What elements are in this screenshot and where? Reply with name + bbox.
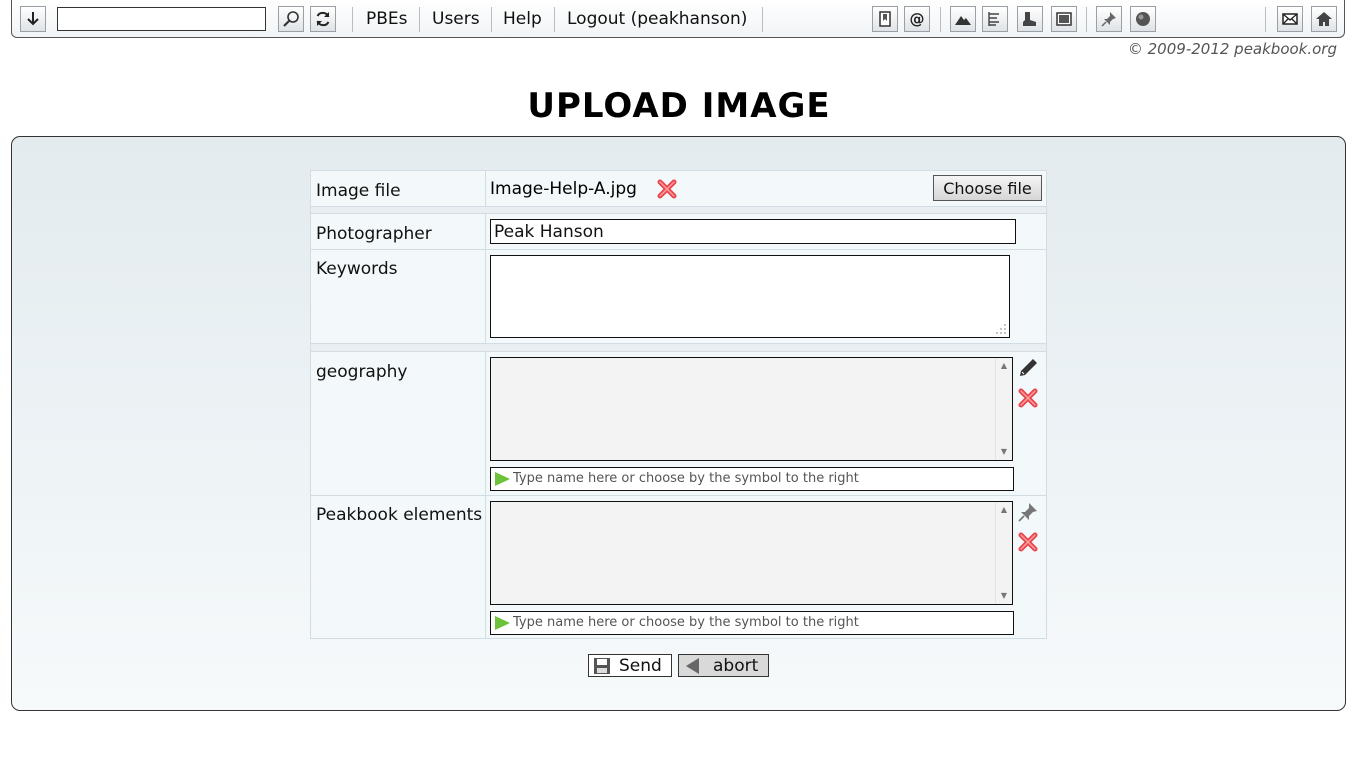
geography-label: geography <box>316 362 408 382</box>
toolbar-divider <box>554 7 555 32</box>
svg-text:@: @ <box>910 10 925 28</box>
peakbook-elements-hint-text: Type name here or choose by the symbol t… <box>513 615 859 630</box>
email-at-icon[interactable]: @ <box>904 6 930 32</box>
geography-search-input[interactable]: Type name here or choose by the symbol t… <box>490 467 1014 491</box>
search-input[interactable] <box>57 7 266 31</box>
scroll-up-icon[interactable]: ▲ <box>996 359 1012 373</box>
scroll-down-icon[interactable]: ▼ <box>996 445 1012 459</box>
keywords-textarea[interactable] <box>490 255 1010 338</box>
refresh-icon[interactable] <box>310 6 336 32</box>
play-arrow-icon <box>495 616 510 630</box>
download-arrow-icon[interactable] <box>20 6 46 32</box>
toolbar-divider <box>940 7 941 32</box>
home-icon[interactable] <box>1311 6 1337 32</box>
send-label: Send <box>619 655 662 676</box>
resize-grip-icon[interactable] <box>996 324 1006 334</box>
pin-icon[interactable] <box>1017 501 1039 523</box>
peakbook-elements-label: Peakbook elements <box>316 505 483 525</box>
photographer-label: Photographer <box>316 224 432 244</box>
scroll-up-icon[interactable]: ▲ <box>996 503 1012 517</box>
remove-peakbook-element-icon[interactable] <box>1017 531 1039 553</box>
scroll-down-icon[interactable]: ▼ <box>996 589 1012 603</box>
play-arrow-icon <box>495 472 510 486</box>
photographer-input[interactable] <box>490 219 1016 244</box>
page-title: UPLOAD IMAGE <box>527 86 831 126</box>
nav-link-help[interactable]: Help <box>503 9 542 29</box>
form-row-image-file: Image file Image-Help-A.jpg Choose file <box>311 171 1046 206</box>
nav-link-users[interactable]: Users <box>432 9 480 29</box>
toolbar-divider <box>1086 7 1087 32</box>
image-file-name: Image-Help-A.jpg <box>490 179 637 199</box>
abort-label: abort <box>713 655 759 676</box>
toolbar-divider <box>762 7 763 32</box>
remove-file-icon[interactable] <box>656 178 678 200</box>
nav-link-logout[interactable]: Logout (peakhanson) <box>567 9 747 29</box>
geography-list[interactable]: ▲ ▼ <box>490 357 1013 461</box>
list-tree-icon[interactable] <box>982 6 1008 32</box>
abort-button[interactable]: abort <box>678 654 769 677</box>
geography-hint-text: Type name here or choose by the symbol t… <box>513 471 859 486</box>
mountain-icon[interactable] <box>950 6 976 32</box>
toolbar-divider <box>352 7 353 32</box>
back-arrow-icon <box>686 657 699 674</box>
keywords-label: Keywords <box>316 259 398 279</box>
toolbar-divider <box>419 7 420 32</box>
upload-form: Image file Image-Help-A.jpg Choose file … <box>310 170 1047 639</box>
peakbook-elements-search-input[interactable]: Type name here or choose by the symbol t… <box>490 611 1014 635</box>
peakbook-elements-list[interactable]: ▲ ▼ <box>490 501 1013 605</box>
choose-file-button[interactable]: Choose file <box>933 175 1042 201</box>
send-button[interactable]: Send <box>588 654 672 677</box>
picture-icon[interactable] <box>1051 6 1077 32</box>
pin-icon[interactable] <box>1096 6 1122 32</box>
toolbar-divider <box>491 7 492 32</box>
image-file-label: Image file <box>316 181 401 201</box>
scrollbar[interactable]: ▲ ▼ <box>995 502 1012 604</box>
nav-link-pbes[interactable]: PBEs <box>366 9 408 29</box>
edit-pencil-icon[interactable] <box>1017 357 1039 379</box>
remove-geography-icon[interactable] <box>1017 387 1039 409</box>
scrollbar[interactable]: ▲ ▼ <box>995 358 1012 460</box>
form-row-photographer: Photographer <box>311 213 1046 250</box>
toolbar-divider <box>1265 7 1266 32</box>
bookmark-icon[interactable] <box>872 6 898 32</box>
save-disk-icon <box>594 657 610 674</box>
form-row-geography: geography ▲ ▼ Type name here or choose b… <box>311 351 1046 496</box>
globe-icon[interactable] <box>1130 6 1156 32</box>
top-toolbar: PBEs Users Help Logout (peakhanson) @ <box>11 0 1345 38</box>
form-row-peakbook-elements: Peakbook elements ▲ ▼ Type name here or … <box>311 495 1046 639</box>
form-row-keywords: Keywords <box>311 249 1046 344</box>
mail-icon[interactable] <box>1277 6 1303 32</box>
search-icon[interactable] <box>278 6 304 32</box>
hiking-boot-icon[interactable] <box>1017 6 1043 32</box>
copyright-text: © 2009-2012 peakbook.org <box>1127 40 1337 58</box>
